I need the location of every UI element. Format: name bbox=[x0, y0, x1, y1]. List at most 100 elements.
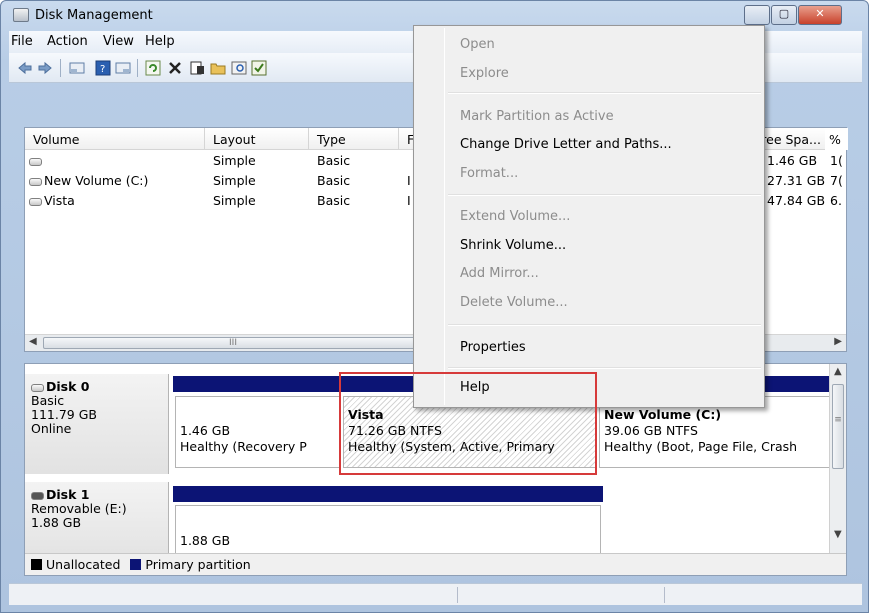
context-menu: Open Explore Mark Partition as Active Ch… bbox=[413, 25, 765, 408]
back-icon[interactable] bbox=[17, 60, 33, 76]
volume-type: Basic bbox=[317, 193, 351, 208]
drive-icon bbox=[29, 197, 42, 206]
column-header-layout[interactable]: Layout bbox=[205, 128, 309, 150]
menu-item-change-drive-letter[interactable]: Change Drive Letter and Paths... bbox=[460, 137, 672, 152]
volume-percent-free: 6. bbox=[830, 193, 842, 208]
scroll-left-icon[interactable]: ◀ bbox=[29, 336, 37, 347]
scroll-right-icon[interactable]: ▶ bbox=[834, 336, 842, 347]
toolbar-separator bbox=[60, 59, 61, 77]
console-tree-icon[interactable] bbox=[69, 60, 85, 76]
menu-item-shrink-volume[interactable]: Shrink Volume... bbox=[460, 238, 566, 253]
legend-primary: Primary partition bbox=[145, 557, 251, 572]
horizontal-scroll-thumb[interactable]: III bbox=[43, 337, 423, 349]
status-bar bbox=[9, 583, 862, 605]
open-icon[interactable] bbox=[210, 60, 226, 76]
legend: Unallocated Primary partition bbox=[25, 553, 846, 575]
partition-size: 1.46 GB bbox=[180, 423, 231, 438]
drive-icon bbox=[29, 177, 42, 186]
volume-layout: Simple bbox=[213, 173, 256, 188]
menu-action[interactable]: Action bbox=[47, 34, 88, 49]
menu-item-delete-volume[interactable]: Delete Volume... bbox=[460, 295, 568, 310]
disk-1-kind: Removable (E:) bbox=[31, 501, 127, 516]
disk-1-partition-bar bbox=[173, 486, 603, 502]
column-header-percent-free[interactable]: % bbox=[825, 128, 848, 150]
volume-fs: I bbox=[407, 173, 411, 188]
volume-free-space: 47.84 GB bbox=[767, 193, 826, 208]
volume-type: Basic bbox=[317, 153, 351, 168]
menu-view[interactable]: View bbox=[103, 34, 134, 49]
close-icon: ✕ bbox=[815, 7, 825, 20]
primary-swatch bbox=[130, 559, 142, 570]
context-menu-gutter bbox=[444, 28, 445, 405]
help-icon[interactable]: ? bbox=[95, 60, 111, 76]
scroll-down-icon[interactable]: ▼ bbox=[834, 529, 842, 540]
disk-icon bbox=[31, 383, 44, 392]
disk-0-kind: Basic bbox=[31, 393, 65, 408]
menu-separator bbox=[448, 92, 761, 94]
disk-management-icon bbox=[13, 8, 29, 22]
unallocated-swatch bbox=[31, 559, 42, 570]
menu-item-extend-volume[interactable]: Extend Volume... bbox=[460, 209, 570, 224]
toolbar-separator bbox=[137, 59, 138, 77]
menu-item-mark-active[interactable]: Mark Partition as Active bbox=[460, 109, 614, 124]
disk-settings-icon[interactable] bbox=[251, 60, 267, 76]
disk-1-size: 1.88 GB bbox=[31, 515, 82, 530]
close-button[interactable]: ✕ bbox=[798, 5, 842, 25]
menu-separator bbox=[448, 194, 761, 196]
partition-title: New Volume (C:) bbox=[604, 407, 722, 422]
menu-file[interactable]: File bbox=[11, 34, 33, 49]
vertical-scroll-thumb[interactable]: ≡ bbox=[832, 384, 844, 469]
disk-0-status: Online bbox=[31, 421, 72, 436]
removable-disk-icon bbox=[31, 491, 44, 500]
menu-separator bbox=[448, 367, 761, 369]
scroll-up-icon[interactable]: ▲ bbox=[834, 366, 842, 377]
column-header-type[interactable]: Type bbox=[309, 128, 399, 150]
vertical-scrollbar[interactable]: ▲ ≡ ▼ bbox=[829, 364, 846, 575]
menu-separator bbox=[448, 324, 761, 326]
minimize-button[interactable] bbox=[744, 5, 770, 25]
disk-0-size: 111.79 GB bbox=[31, 407, 97, 422]
column-header-volume[interactable]: Volume bbox=[25, 128, 205, 150]
maximize-icon: ▢ bbox=[778, 7, 790, 20]
partition-recovery[interactable]: 1.46 GB Healthy (Recovery P bbox=[175, 396, 340, 468]
disk-0-name: Disk 0 bbox=[31, 380, 168, 394]
volume-layout: Simple bbox=[213, 193, 256, 208]
partition-status: Healthy (Boot, Page File, Crash bbox=[604, 439, 798, 454]
volume-layout: Simple bbox=[213, 153, 256, 168]
properties-icon[interactable] bbox=[189, 60, 205, 76]
menu-item-explore[interactable]: Explore bbox=[460, 66, 509, 81]
volume-name: New Volume (C:) bbox=[29, 173, 148, 188]
highlight-annotation bbox=[339, 372, 597, 475]
partition-removable-e[interactable]: 1.88 GB bbox=[175, 505, 601, 555]
volume-free-space: 27.31 GB bbox=[767, 173, 826, 188]
volume-percent-free: 1( bbox=[830, 153, 843, 168]
delete-icon[interactable] bbox=[167, 60, 183, 76]
drive-icon bbox=[29, 157, 42, 166]
maximize-button[interactable]: ▢ bbox=[771, 5, 797, 25]
legend-unallocated: Unallocated bbox=[46, 557, 121, 572]
menu-help[interactable]: Help bbox=[145, 34, 175, 49]
status-separator bbox=[457, 587, 458, 603]
volume-fs: I bbox=[407, 193, 411, 208]
menu-item-open[interactable]: Open bbox=[460, 37, 495, 52]
volume-percent-free: 7( bbox=[830, 173, 843, 188]
refresh-icon[interactable] bbox=[145, 60, 161, 76]
volume-type: Basic bbox=[317, 173, 351, 188]
svg-text:?: ? bbox=[100, 64, 105, 75]
volume-name bbox=[29, 153, 44, 168]
volume-free-space: 1.46 GB bbox=[767, 153, 818, 168]
search-icon[interactable] bbox=[231, 60, 247, 76]
volume-name: Vista bbox=[29, 193, 75, 208]
partition-status: Healthy (Recovery P bbox=[180, 439, 307, 454]
disk-0-label[interactable]: Disk 0 Basic 111.79 GB Online bbox=[25, 374, 169, 474]
forward-icon[interactable] bbox=[37, 60, 53, 76]
disk-1-name: Disk 1 bbox=[31, 488, 168, 502]
disk-1-label[interactable]: Disk 1 Removable (E:) 1.88 GB bbox=[25, 482, 169, 562]
menu-item-properties[interactable]: Properties bbox=[460, 340, 526, 355]
partition-size: 39.06 GB NTFS bbox=[604, 423, 698, 438]
menu-item-add-mirror[interactable]: Add Mirror... bbox=[460, 266, 539, 281]
status-separator bbox=[664, 587, 665, 603]
window-title: Disk Management bbox=[35, 8, 153, 23]
properties-list-icon[interactable] bbox=[115, 60, 131, 76]
menu-item-format[interactable]: Format... bbox=[460, 166, 518, 181]
